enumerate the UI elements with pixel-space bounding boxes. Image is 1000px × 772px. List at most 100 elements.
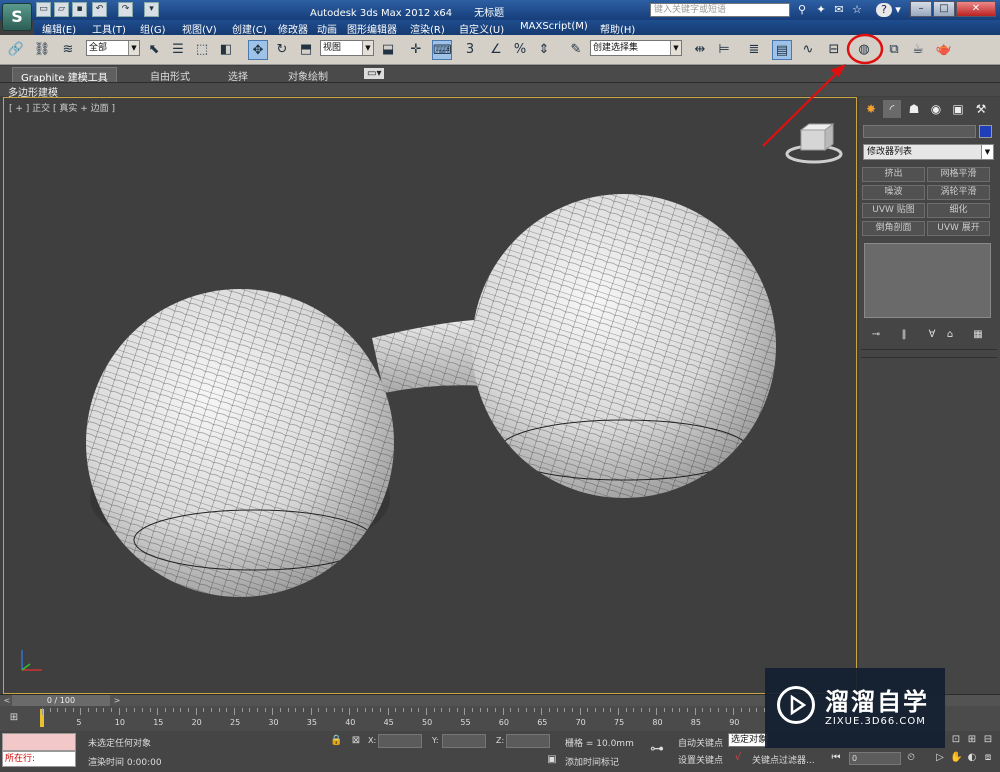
- bind-space-warp-icon[interactable]: ≋: [58, 40, 78, 60]
- maxscript-listener-input[interactable]: [2, 733, 76, 751]
- perspective-viewport[interactable]: [ + ] 正交 [ 真实 + 边面 ]: [3, 97, 857, 694]
- maxscript-line-field[interactable]: 所在行:: [2, 751, 76, 767]
- spinner-snap-icon[interactable]: ⇕: [534, 40, 554, 60]
- ribbon-options-icon[interactable]: ▭▾: [364, 68, 385, 79]
- minimize-button[interactable]: –: [910, 1, 932, 17]
- material-editor-icon[interactable]: ◍: [854, 40, 874, 60]
- open-file-icon[interactable]: ▱: [54, 2, 69, 17]
- tab-freeform[interactable]: 自由形式: [150, 68, 190, 83]
- align-icon[interactable]: ⊨: [714, 40, 734, 60]
- viewport-scene[interactable]: [4, 98, 856, 693]
- reference-coordinate-dropdown[interactable]: 视图 ▼: [320, 40, 374, 56]
- help-icon[interactable]: ?: [876, 3, 892, 17]
- modifier-stack[interactable]: [864, 243, 991, 318]
- current-frame-field[interactable]: 0: [849, 752, 901, 765]
- zoom-all-icon[interactable]: ⊞: [966, 734, 978, 746]
- noise-button[interactable]: 噪波: [862, 185, 925, 200]
- snaps-toggle-icon[interactable]: 3: [460, 40, 480, 60]
- angle-snap-icon[interactable]: ∠: [486, 40, 506, 60]
- tab-selection[interactable]: 选择: [228, 68, 248, 83]
- display-tab-icon[interactable]: ▣: [949, 100, 967, 118]
- help-dropdown-icon[interactable]: ▾: [894, 3, 902, 17]
- quick-access-dropdown-icon[interactable]: ▾: [144, 2, 159, 17]
- select-by-name-icon[interactable]: ☰: [168, 40, 188, 60]
- select-object-icon[interactable]: ⬉: [144, 40, 164, 60]
- meshsmooth-button[interactable]: 网格平滑: [927, 167, 990, 182]
- set-key-button[interactable]: 设置关键点: [678, 753, 723, 766]
- search-input[interactable]: 键入关键字或短语: [650, 3, 790, 17]
- link-icon[interactable]: 🔗: [6, 40, 26, 60]
- window-crossing-icon[interactable]: ◧: [216, 40, 236, 60]
- subscription-icon[interactable]: ✦: [814, 3, 828, 17]
- menu-rendering[interactable]: 渲染(R): [410, 21, 445, 36]
- object-name-field[interactable]: [863, 125, 976, 138]
- menu-help[interactable]: 帮助(H): [600, 21, 635, 36]
- menu-tools[interactable]: 工具(T): [92, 21, 126, 36]
- z-coord-field[interactable]: [506, 734, 550, 748]
- select-move-icon[interactable]: ✥: [248, 40, 268, 60]
- go-to-start-icon[interactable]: ⏮: [830, 752, 842, 764]
- viewcube-icon[interactable]: [785, 123, 843, 164]
- save-file-icon[interactable]: ▪: [72, 2, 87, 17]
- menu-views[interactable]: 视图(V): [182, 21, 217, 36]
- make-unique-icon[interactable]: ∀: [925, 328, 939, 341]
- time-slider-prev-icon[interactable]: <: [2, 695, 12, 706]
- favorites-star-icon[interactable]: ☆: [850, 3, 864, 17]
- create-tab-icon[interactable]: ✸: [862, 100, 880, 118]
- remove-modifier-icon[interactable]: ⌂: [943, 328, 957, 341]
- communication-icon[interactable]: ✉: [832, 3, 846, 17]
- tab-graphite-modeling[interactable]: Graphite 建模工具: [12, 67, 117, 84]
- time-config-icon[interactable]: ⏲: [905, 752, 917, 764]
- tessellate-button[interactable]: 细化: [927, 203, 990, 218]
- menu-create[interactable]: 创建(C): [232, 21, 267, 36]
- layer-manager-icon[interactable]: ≣: [744, 40, 764, 60]
- time-slider-frame[interactable]: 0 / 100: [12, 695, 110, 706]
- modify-tab-icon[interactable]: ◜: [883, 100, 901, 118]
- absolute-mode-icon[interactable]: ⊠: [350, 735, 362, 747]
- zoom-extents-icon[interactable]: ⊡: [950, 734, 962, 746]
- tab-object-paint[interactable]: 对象绘制: [288, 68, 328, 83]
- lock-selection-icon[interactable]: 🔒: [330, 735, 342, 747]
- hierarchy-tab-icon[interactable]: ☗: [905, 100, 923, 118]
- rectangular-selection-icon[interactable]: ⬚: [192, 40, 212, 60]
- auto-key-button[interactable]: 自动关键点: [678, 736, 723, 749]
- x-coord-field[interactable]: [378, 734, 422, 748]
- pin-stack-icon[interactable]: ⊸: [869, 328, 883, 341]
- select-manipulate-icon[interactable]: ✛: [406, 40, 426, 60]
- menu-graph-editors[interactable]: 图形编辑器: [347, 21, 397, 36]
- add-time-tag-text[interactable]: 添加时间标记: [565, 755, 619, 768]
- extrude-button[interactable]: 挤出: [862, 167, 925, 182]
- percent-snap-icon[interactable]: %: [510, 40, 530, 60]
- app-logo-button[interactable]: S: [2, 3, 32, 31]
- unlink-icon[interactable]: ⛓: [32, 40, 52, 60]
- show-end-result-icon[interactable]: ‖: [897, 328, 911, 341]
- motion-tab-icon[interactable]: ◉: [927, 100, 945, 118]
- menu-animation[interactable]: 动画: [317, 21, 337, 36]
- pan-view-icon[interactable]: ✋: [950, 752, 962, 764]
- render-production-icon[interactable]: 🫖: [934, 40, 954, 60]
- schematic-view-icon[interactable]: ⊟: [824, 40, 844, 60]
- key-filter-icon[interactable]: √: [732, 752, 744, 764]
- rendered-frame-window-icon[interactable]: ☕: [908, 40, 928, 60]
- menu-edit[interactable]: 编辑(E): [42, 21, 76, 36]
- configure-modifier-sets-icon[interactable]: ▦: [971, 328, 985, 341]
- mini-curve-editor-icon[interactable]: ⊞: [8, 712, 20, 724]
- maximize-viewport-icon[interactable]: ⧈: [982, 752, 994, 764]
- select-rotate-icon[interactable]: ↻: [272, 40, 292, 60]
- new-file-icon[interactable]: ▭: [36, 2, 51, 17]
- modifier-list-dropdown[interactable]: 修改器列表 ▼: [863, 144, 994, 160]
- undo-icon[interactable]: ↶: [92, 2, 107, 17]
- named-selection-set-dropdown[interactable]: 创建选择集 ▼: [590, 40, 682, 56]
- turbosmooth-button[interactable]: 涡轮平滑: [927, 185, 990, 200]
- bevel-profile-button[interactable]: 倒角剖面: [862, 221, 925, 236]
- y-coord-field[interactable]: [442, 734, 486, 748]
- select-scale-icon[interactable]: ⬒: [296, 40, 316, 60]
- time-slider-next-icon[interactable]: >: [112, 695, 122, 706]
- time-tag-icon[interactable]: ▣: [546, 754, 558, 766]
- maximize-button[interactable]: □: [933, 1, 955, 17]
- menu-maxscript[interactable]: MAXScript(M): [520, 21, 588, 32]
- orbit-icon[interactable]: ◐: [966, 752, 978, 764]
- edit-named-selection-icon[interactable]: ✎: [566, 40, 586, 60]
- key-mode-dropdown[interactable]: 选定对象: [728, 733, 768, 747]
- utilities-tab-icon[interactable]: ⚒: [972, 100, 990, 118]
